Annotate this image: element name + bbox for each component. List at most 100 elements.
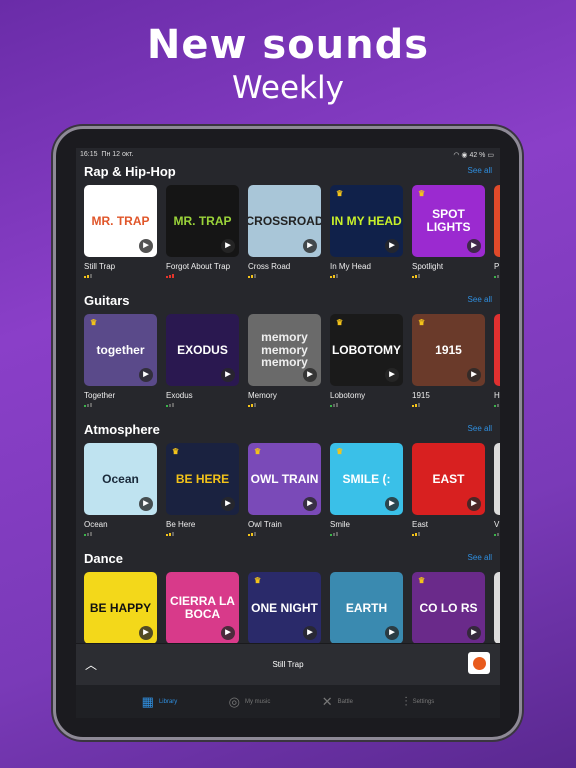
play-icon[interactable]: ▶ [467, 368, 481, 382]
track-artwork[interactable]: BE HAPPY ▶ [84, 572, 157, 644]
track-artwork[interactable]: ♛ CO LO RS ▶ [412, 572, 485, 644]
play-icon[interactable]: ▶ [385, 368, 399, 382]
play-icon[interactable]: ▶ [221, 497, 235, 511]
play-icon[interactable]: ▶ [139, 239, 153, 253]
difficulty-indicator [166, 403, 239, 407]
crown-icon: ♛ [418, 576, 426, 585]
see-all-link[interactable]: See all [468, 553, 492, 562]
play-icon[interactable]: ▶ [139, 497, 153, 511]
track-card[interactable]: ♛ BE HERE ▶ Be Here [166, 443, 239, 536]
track-card[interactable]: memory memory memory ▶ Memory [248, 314, 321, 407]
track-artwork[interactable]: MR. TRAP ▶ [166, 185, 239, 257]
track-artwork[interactable]: ♛ ONE NIGHT ▶ [248, 572, 321, 644]
tab-settings[interactable]: ⫶ Settings [404, 685, 434, 718]
play-icon[interactable]: ▶ [385, 497, 399, 511]
play-icon[interactable]: ▶ [139, 626, 153, 640]
track-card[interactable]: P [494, 185, 500, 278]
track-card[interactable]: ♛ 1915 ▶ 1915 [412, 314, 485, 407]
track-label: P [494, 262, 500, 271]
difficulty-indicator [166, 532, 239, 536]
play-icon[interactable]: ▶ [467, 497, 481, 511]
play-icon[interactable]: ▶ [385, 239, 399, 253]
track-artwork[interactable]: CIERRA LA BOCA ▶ [166, 572, 239, 644]
track-card[interactable]: ♛ together ▶ Together [84, 314, 157, 407]
track-artwork[interactable]: MR. TRAP ▶ [84, 185, 157, 257]
crown-icon: ♛ [172, 447, 180, 456]
crown-icon: ♛ [254, 576, 262, 585]
track-artwork[interactable] [494, 314, 500, 386]
see-all-link[interactable]: See all [468, 166, 492, 175]
track-label: V [494, 520, 500, 529]
play-icon[interactable]: ▶ [221, 626, 235, 640]
crown-icon: ♛ [418, 189, 426, 198]
track-artwork[interactable] [494, 443, 500, 515]
crown-icon: ♛ [336, 318, 344, 327]
track-artwork[interactable]: ♛ SMILE (: ▶ [330, 443, 403, 515]
play-icon[interactable]: ▶ [303, 497, 317, 511]
difficulty-indicator [166, 274, 239, 278]
track-card[interactable]: MR. TRAP ▶ Forgot About Trap [166, 185, 239, 278]
play-icon[interactable]: ▶ [303, 239, 317, 253]
play-icon[interactable]: ▶ [385, 626, 399, 640]
track-card[interactable]: EAST ▶ East [412, 443, 485, 536]
artwork-text: EXODUS [177, 342, 228, 357]
play-icon[interactable]: ▶ [139, 368, 153, 382]
track-artwork[interactable] [494, 185, 500, 257]
difficulty-indicator [84, 403, 157, 407]
track-card[interactable]: EXODUS ▶ Exodus [166, 314, 239, 407]
mini-player-artwork[interactable] [468, 652, 490, 674]
tab-my-music[interactable]: ◎ My music [229, 685, 271, 718]
play-icon[interactable]: ▶ [467, 239, 481, 253]
artwork-text: MR. TRAP [173, 213, 232, 228]
tab-library[interactable]: ▦ Library [142, 685, 178, 718]
track-artwork[interactable]: ♛ 1915 ▶ [412, 314, 485, 386]
track-artwork[interactable] [494, 572, 500, 644]
difficulty-indicator [330, 274, 403, 278]
mini-player[interactable]: ︿ Still Trap [76, 643, 500, 685]
track-artwork[interactable]: EXODUS ▶ [166, 314, 239, 386]
tab-battle[interactable]: ✕ Battle [322, 685, 353, 718]
track-card[interactable]: Ocean ▶ Ocean [84, 443, 157, 536]
see-all-link[interactable]: See all [468, 295, 492, 304]
track-artwork[interactable]: CROSSROAD ▶ [248, 185, 321, 257]
play-icon[interactable]: ▶ [303, 626, 317, 640]
play-icon[interactable]: ▶ [221, 368, 235, 382]
tab-label: Settings [412, 698, 435, 705]
track-artwork[interactable]: EAST ▶ [412, 443, 485, 515]
track-artwork[interactable]: ♛ together ▶ [84, 314, 157, 386]
track-artwork[interactable]: EARTH ▶ [330, 572, 403, 644]
track-artwork[interactable]: Ocean ▶ [84, 443, 157, 515]
section-title: Atmosphere [84, 422, 160, 437]
track-card[interactable]: ♛ LOBOTOMY ▶ Lobotomy [330, 314, 403, 407]
crown-icon: ♛ [90, 318, 98, 327]
play-icon[interactable]: ▶ [303, 368, 317, 382]
artwork-text: Ocean [102, 471, 139, 486]
track-artwork[interactable]: ♛ LOBOTOMY ▶ [330, 314, 403, 386]
track-artwork[interactable]: ♛ SPOT LIGHTS ▶ [412, 185, 485, 257]
see-all-link[interactable]: See all [468, 424, 492, 433]
difficulty-indicator [494, 403, 500, 407]
track-card[interactable]: V [494, 443, 500, 536]
artwork-text: SPOT LIGHTS [426, 207, 471, 234]
artwork-text: LOBOTOMY [331, 342, 402, 357]
track-card[interactable]: MR. TRAP ▶ Still Trap [84, 185, 157, 278]
track-card[interactable]: H [494, 314, 500, 407]
track-label: Exodus [166, 391, 193, 400]
track-card[interactable]: CROSSROAD ▶ Cross Road [248, 185, 321, 278]
track-artwork[interactable]: ♛ IN MY HEAD ▶ [330, 185, 403, 257]
track-card[interactable]: ♛ SMILE (: ▶ Smile [330, 443, 403, 536]
play-icon[interactable]: ▶ [221, 239, 235, 253]
track-artwork[interactable]: memory memory memory ▶ [248, 314, 321, 386]
artwork-text: memory memory memory [261, 330, 308, 370]
track-card[interactable]: ♛ OWL TRAIN ▶ Owl Train [248, 443, 321, 536]
difficulty-indicator [494, 532, 500, 536]
play-icon[interactable]: ▶ [467, 626, 481, 640]
difficulty-indicator [84, 274, 157, 278]
track-label: Together [84, 391, 116, 400]
track-artwork[interactable]: ♛ OWL TRAIN ▶ [248, 443, 321, 515]
difficulty-indicator [84, 532, 157, 536]
track-label: Owl Train [248, 520, 282, 529]
track-artwork[interactable]: ♛ BE HERE ▶ [166, 443, 239, 515]
track-card[interactable]: ♛ SPOT LIGHTS ▶ Spotlight [412, 185, 485, 278]
track-card[interactable]: ♛ IN MY HEAD ▶ In My Head [330, 185, 403, 278]
